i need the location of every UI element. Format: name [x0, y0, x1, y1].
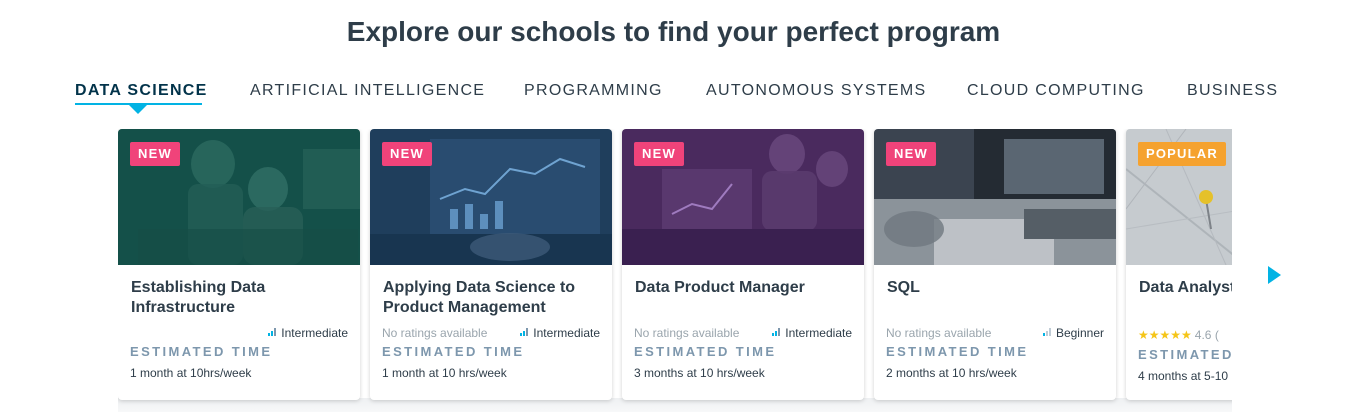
program-title: SQL — [887, 279, 920, 296]
program-card-image: POPULAR — [1126, 129, 1232, 265]
program-card-image: NEW — [874, 129, 1116, 265]
ratings-text: No ratings available — [886, 326, 992, 340]
tab-cloud-computing[interactable]: CLOUD COMPUTING — [967, 82, 1145, 100]
difficulty-level-label: Intermediate — [785, 326, 852, 340]
difficulty-level: Intermediate — [772, 326, 852, 340]
tab-data-science[interactable]: DATA SCIENCE — [75, 82, 208, 100]
rating-stars-icon: ★★★★★ — [1138, 328, 1192, 342]
program-title: Data Analyst — [1139, 279, 1232, 296]
signal-bars-icon — [268, 328, 277, 337]
ratings-text: No ratings available — [634, 326, 740, 340]
program-card-sql[interactable]: NEW SQL No ratings available Beginner ES… — [874, 129, 1116, 400]
program-card-data-product-manager[interactable]: NEW Data Product Manager No ratings avai… — [622, 129, 864, 400]
difficulty-level-label: Beginner — [1055, 326, 1104, 340]
signal-bars-icon — [772, 328, 781, 337]
program-carousel: NEW Establishing Data Infrastructure Int… — [118, 129, 1232, 412]
new-badge: NEW — [886, 142, 936, 166]
estimated-time-value: 4 months at 5-10 — [1138, 369, 1229, 383]
tab-autonomous-systems[interactable]: AUTONOMOUS SYSTEMS — [706, 82, 926, 100]
difficulty-level-label: Intermediate — [533, 326, 600, 340]
star-rating: ★★★★★ 4.6 ( — [1138, 328, 1219, 342]
estimated-time-value: 1 month at 10 hrs/week — [382, 366, 507, 380]
program-card-image: NEW — [118, 129, 360, 265]
difficulty-level-label: Intermediate — [281, 326, 348, 340]
programs-explorer: Explore our schools to find your perfect… — [0, 0, 1347, 412]
estimated-time-label: ESTIMATED TIME — [130, 344, 273, 359]
signal-bars-icon — [520, 328, 529, 337]
program-title: Applying Data Science to Product Managem… — [383, 279, 576, 316]
estimated-time-label: ESTIMATED TIME — [886, 344, 1029, 359]
difficulty-level: Intermediate — [268, 326, 348, 340]
page-heading: Explore our schools to find your perfect… — [346, 16, 1001, 47]
school-tabs: DATA SCIENCE ARTIFICIAL INTELLIGENCE PRO… — [0, 82, 1347, 122]
difficulty-level: Beginner — [1042, 326, 1104, 340]
tab-programming[interactable]: PROGRAMMING — [524, 82, 663, 100]
estimated-time-label: ESTIMATED TIME — [634, 344, 777, 359]
signal-bars-icon — [1042, 328, 1051, 337]
tab-business[interactable]: BUSINESS — [1187, 82, 1278, 100]
program-card-image: NEW — [370, 129, 612, 265]
new-badge: NEW — [382, 142, 432, 166]
program-card-applying-data-science[interactable]: NEW Applying Data Science to Product Man… — [370, 129, 612, 400]
popular-badge: POPULAR — [1138, 142, 1226, 166]
program-card-establishing-data-infrastructure[interactable]: NEW Establishing Data Infrastructure Int… — [118, 129, 360, 400]
carousel-next-arrow-icon[interactable] — [1268, 266, 1281, 284]
estimated-time-value: 2 months at 10 hrs/week — [886, 366, 1017, 380]
estimated-time-label: ESTIMATED — [1138, 347, 1232, 362]
program-card-data-analyst[interactable]: POPULAR Data Analyst ★★★★★ 4.6 ( ESTIMATE… — [1126, 129, 1232, 400]
program-title: Establishing Data Infrastructure — [131, 279, 266, 316]
new-badge: NEW — [130, 142, 180, 166]
estimated-time-label: ESTIMATED TIME — [382, 344, 525, 359]
estimated-time-value: 1 month at 10hrs/week — [130, 366, 252, 380]
active-tab-caret-icon — [129, 105, 147, 114]
difficulty-level: Intermediate — [520, 326, 600, 340]
program-title: Data Product Manager — [635, 279, 805, 296]
tab-artificial-intelligence[interactable]: ARTIFICIAL INTELLIGENCE — [250, 82, 485, 100]
rating-value: 4.6 ( — [1194, 328, 1219, 342]
new-badge: NEW — [634, 142, 684, 166]
estimated-time-value: 3 months at 10 hrs/week — [634, 366, 765, 380]
program-card-image: NEW — [622, 129, 864, 265]
ratings-text: No ratings available — [382, 326, 488, 340]
